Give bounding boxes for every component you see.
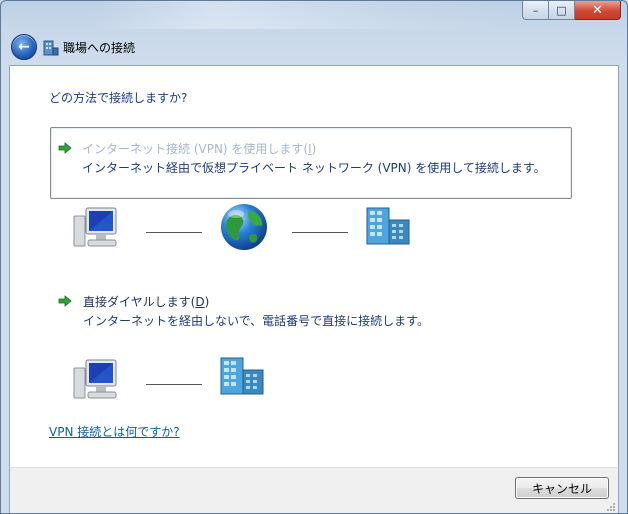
resize-grip-icon[interactable]: [606, 502, 616, 512]
option-vpn-title: インターネット接続 (VPN) を使用します(I): [82, 142, 317, 156]
title-bar-glass: [91, 1, 511, 29]
office-building-icon: [220, 357, 264, 395]
option-direct-dial-title: 直接ダイヤルします(D): [83, 295, 210, 309]
maximize-button[interactable]: □: [549, 1, 575, 20]
option-direct-dial[interactable]: 直接ダイヤルします(D) インターネットを経由しないで、電話番号で直接に接続しま…: [50, 288, 570, 332]
green-arrow-icon: [58, 295, 72, 307]
navigation-bar: ← 職場への接続: [1, 31, 627, 65]
footer-bar: キャンセル: [9, 467, 619, 513]
office-building-icon: [366, 207, 410, 245]
caption-buttons: – □ ✕: [522, 1, 621, 20]
help-link-vpn[interactable]: VPN 接続とは何ですか?: [49, 423, 180, 440]
option-vpn[interactable]: インターネット接続 (VPN) を使用します(I) インターネット経由で仮想プラ…: [50, 127, 572, 199]
connection-line: [146, 384, 202, 385]
computer-monitor-icon: [73, 207, 117, 247]
globe-icon: [221, 204, 267, 250]
page-heading: どの方法で接続しますか?: [49, 91, 188, 105]
connection-line: [292, 232, 348, 233]
close-button[interactable]: ✕: [575, 1, 621, 20]
minimize-button[interactable]: –: [522, 1, 549, 20]
title-bar[interactable]: – □ ✕: [1, 1, 627, 31]
option-direct-dial-description: インターネットを経由しないで、電話番号で直接に接続します。: [83, 314, 429, 328]
content-area: どの方法で接続しますか? インターネット接続 (VPN) を使用します(I) イ…: [9, 65, 619, 468]
network-building-icon: [43, 40, 59, 56]
dialog-window: – □ ✕ ← 職場への接続 どの方法で接続しますか? インターネット接続 (V…: [0, 0, 628, 514]
window-title: 職場への接続: [63, 41, 136, 55]
green-arrow-icon: [58, 142, 72, 154]
option-vpn-description: インターネット経由で仮想プライベート ネットワーク (VPN) を使用して接続し…: [82, 161, 546, 175]
back-arrow-icon[interactable]: ←: [11, 34, 37, 60]
cancel-button[interactable]: キャンセル: [515, 477, 609, 499]
connection-line: [146, 232, 202, 233]
computer-monitor-icon: [73, 359, 117, 399]
